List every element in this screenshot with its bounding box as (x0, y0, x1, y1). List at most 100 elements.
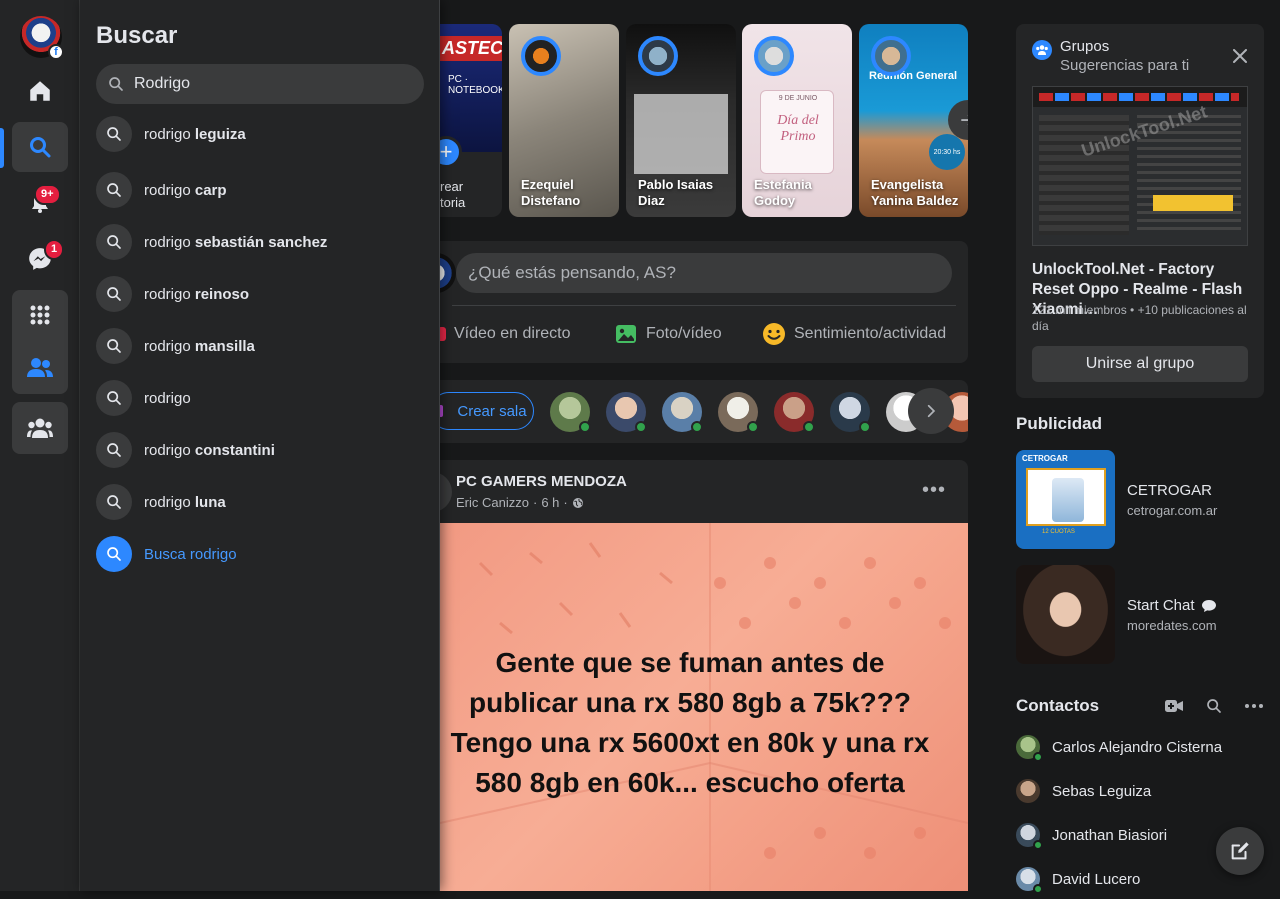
suggestion-text: rodrigo leguiza (144, 125, 246, 143)
room-avatar[interactable] (606, 392, 647, 433)
groups-button[interactable] (12, 402, 68, 454)
post-group-name[interactable]: PC GAMERS MENDOZA (456, 473, 627, 490)
search-icon (30, 137, 51, 158)
story-banner: ASTECNIC PC · NOTEBOOK (440, 24, 502, 152)
contact-item[interactable]: Sebas Leguiza (1016, 771, 1264, 811)
search-suggestion[interactable]: rodrigo sebastián sanchez (96, 222, 424, 262)
story-card[interactable]: 9 DE JUNIO Día del Primo Estefania Godoy (742, 24, 852, 217)
online-dot (1033, 752, 1043, 762)
story-image: 9 DE JUNIO Día del Primo (760, 90, 834, 174)
close-icon (1233, 49, 1247, 63)
search-for-button[interactable]: Busca rodrigo (96, 534, 424, 574)
search-icon (96, 484, 132, 520)
new-message-button[interactable] (1216, 827, 1264, 875)
join-group-button[interactable]: Unirse al grupo (1032, 346, 1248, 382)
online-dot (579, 421, 591, 433)
post-author[interactable]: Eric Canizzo (456, 495, 529, 510)
room-avatar[interactable] (662, 392, 703, 433)
search-suggestion[interactable]: rodrigo (96, 378, 424, 418)
ad-item[interactable]: Start Chat moredates.com (1016, 565, 1264, 665)
contact-avatar (1016, 735, 1043, 762)
live-video-button[interactable]: Vídeo en directo (440, 319, 571, 349)
story-avatar (638, 36, 678, 76)
feeling-activity-button[interactable]: Sentimiento/actividad (762, 319, 946, 349)
search-suggestion[interactable]: rodrigo reinoso (96, 274, 424, 314)
search-for-label: Busca rodrigo (144, 545, 237, 563)
friends-button[interactable] (12, 342, 68, 392)
room-avatar[interactable] (718, 392, 759, 433)
ad-image: CETROGAR 12 CUOTAS (1016, 450, 1115, 549)
story-name: Estefania Godoy (754, 177, 812, 208)
home-button[interactable] (12, 66, 68, 116)
post-image: Gente que se fuman antes de publicar una… (440, 523, 968, 891)
notifications-badge: 9+ (34, 184, 61, 205)
search-suggestion[interactable]: rodrigo mansilla (96, 326, 424, 366)
ad-item[interactable]: CETROGAR 12 CUOTAS CETROGAR cetrogar.com… (1016, 450, 1264, 550)
search-contacts-button[interactable] (1202, 694, 1226, 718)
photo-video-button[interactable]: Foto/vídeo (614, 319, 722, 349)
rooms-next-button[interactable] (908, 388, 954, 434)
suggestion-text: rodrigo carp (144, 181, 227, 199)
messenger-button[interactable]: 1 (12, 234, 68, 284)
story-card[interactable]: Ezequiel Distefano (509, 24, 619, 217)
story-name: Evangelista Yanina Baldez (871, 177, 959, 208)
suggestion-text: rodrigo luna (144, 493, 226, 511)
home-icon (30, 81, 50, 101)
suggestion-text: rodrigo (144, 389, 191, 407)
profile-avatar[interactable]: f (20, 16, 64, 60)
group-avatar[interactable] (440, 472, 452, 512)
create-room-button[interactable]: Crear sala (440, 392, 534, 430)
story-avatar (754, 36, 794, 76)
news-feed: ASTECNIC PC · NOTEBOOK + reartoria Ezequ… (440, 0, 968, 891)
rooms-bar: Crear sala (440, 380, 968, 443)
room-avatar[interactable] (830, 392, 871, 433)
story-create[interactable]: ASTECNIC PC · NOTEBOOK + reartoria (440, 24, 502, 217)
composer-input[interactable]: ¿Qué estás pensando, AS? (456, 253, 952, 293)
search-suggestion[interactable]: rodrigo leguiza (96, 114, 424, 154)
notifications-button[interactable]: 9+ (12, 178, 68, 228)
video-plus-icon (1165, 700, 1183, 712)
group-thumbnail[interactable]: UnlockTool.Net (1032, 86, 1248, 246)
compose-icon (1231, 842, 1249, 860)
online-dot (747, 421, 759, 433)
new-room-button[interactable] (1162, 694, 1186, 718)
groups-card-title: Grupos (1060, 38, 1110, 55)
room-avatar[interactable] (774, 392, 815, 433)
video-plus-icon (440, 405, 444, 417)
search-icon (96, 116, 132, 152)
search-icon (96, 536, 132, 572)
online-dot (1033, 840, 1043, 850)
contact-item[interactable]: Carlos Alejandro Cisterna (1016, 727, 1264, 767)
online-dot (803, 421, 815, 433)
post-time[interactable]: 6 h (541, 495, 559, 510)
live-video-icon (440, 327, 446, 341)
search-box[interactable] (96, 64, 424, 104)
contacts-heading: Contactos (1016, 696, 1100, 715)
room-avatar[interactable] (550, 392, 591, 433)
close-button[interactable] (1228, 44, 1252, 68)
ad-url: moredates.com (1127, 618, 1217, 633)
globe-icon (572, 497, 583, 508)
search-icon (109, 77, 123, 91)
search-icon (96, 328, 132, 364)
chat-bubble-icon (1201, 599, 1216, 612)
search-icon (96, 432, 132, 468)
search-suggestion[interactable]: rodrigo constantini (96, 430, 424, 470)
group-meta: 121 mil miembros • +10 publicaciones al … (1032, 303, 1247, 333)
search-button[interactable] (12, 122, 68, 172)
story-name: Ezequiel Distefano (521, 177, 581, 208)
search-suggestion[interactable]: rodrigo luna (96, 482, 424, 522)
search-input[interactable] (132, 74, 402, 94)
online-dot (635, 421, 647, 433)
post-more-button[interactable]: ••• (916, 476, 952, 504)
search-icon (96, 172, 132, 208)
contacts-options-button[interactable] (1242, 694, 1266, 718)
groups-icon (1032, 40, 1052, 60)
contact-name: David Lucero (1052, 870, 1141, 888)
online-dot (859, 421, 871, 433)
search-suggestion[interactable]: rodrigo carp (96, 170, 424, 210)
suggestion-text: rodrigo sebastián sanchez (144, 233, 328, 251)
menu-button[interactable] (12, 290, 68, 340)
story-card[interactable]: Pablo Isaias Diaz (626, 24, 736, 217)
right-column: Grupos Sugerencias para ti UnlockTool.Ne… (1016, 0, 1280, 894)
